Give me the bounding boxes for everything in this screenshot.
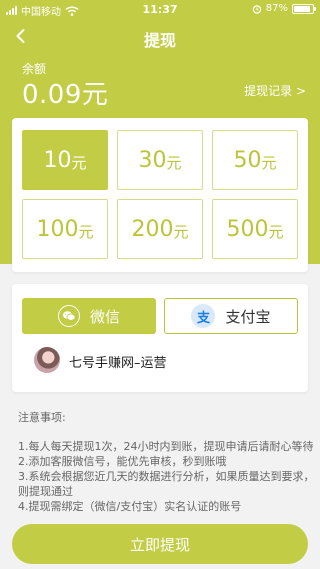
amount-unit: 元 <box>268 223 284 241</box>
amount-value: 500 <box>226 216 269 242</box>
alarm-icon <box>252 4 261 14</box>
note-item: 1.每人每天提现1次，24小时内到账，提现申请后请耐心等待 <box>18 440 314 453</box>
status-bar: 中国移动 11:37 87% <box>0 0 320 18</box>
amount-value: 10 <box>43 147 72 173</box>
wechat-label: 微信 <box>89 307 120 326</box>
alipay-method-button[interactable]: 支 支付宝 <box>164 298 298 334</box>
note-item: 4.提现需绑定（微信/支付宝）实名认证的账号 <box>18 500 242 513</box>
note-item: 3.系统会根据您近几天的数据进行分析，如果质量达到要求，则提现通过 <box>18 470 315 498</box>
amount-option-50[interactable]: 50 元 <box>212 130 298 190</box>
amount-option-30[interactable]: 30 元 <box>117 130 203 190</box>
wechat-method-button[interactable]: 微信 <box>22 298 156 334</box>
amount-value: 100 <box>36 216 79 242</box>
amount-unit: 元 <box>71 154 87 172</box>
amount-value: 200 <box>131 216 174 242</box>
battery-icon <box>292 3 316 14</box>
withdraw-records-link[interactable]: 提现记录 > <box>244 82 306 99</box>
notes-title: 注意事项: <box>18 411 66 424</box>
battery-level <box>294 5 310 12</box>
notes-section: 注意事项: 1.每人每天提现1次，24小时内到账，提现申请后请耐心等待 2.添加… <box>18 410 318 514</box>
payment-method-card: 微信 支 支付宝 七号手赚网–运营 <box>12 284 308 392</box>
amount-options-card: 10 元 30 元 50 元 100 元 200 元 500 元 <box>12 118 308 272</box>
amount-unit: 元 <box>78 223 94 241</box>
page-title: 提现 <box>143 31 176 50</box>
amount-option-10[interactable]: 10 元 <box>22 130 108 190</box>
note-item: 2.添加客服微信号，能优先审核，秒到账哦 <box>18 455 227 468</box>
amount-option-500[interactable]: 500 元 <box>212 199 298 259</box>
amount-value: 30 <box>138 147 167 173</box>
amount-option-100[interactable]: 100 元 <box>22 199 108 259</box>
amount-unit: 元 <box>173 223 189 241</box>
balance-value: 0.09元 <box>22 80 109 110</box>
avatar <box>34 347 60 373</box>
account-name: 七号手赚网–运营 <box>69 356 167 371</box>
battery-percent: 87% <box>265 3 288 14</box>
amount-option-200[interactable]: 200 元 <box>117 199 203 259</box>
alipay-icon: 支 <box>191 304 216 328</box>
amount-unit: 元 <box>166 154 182 172</box>
navigation-bar: 提现 <box>0 20 320 52</box>
amount-value: 50 <box>233 147 262 173</box>
withdraw-now-button[interactable]: 立即提现 <box>12 524 308 564</box>
wechat-icon <box>57 305 80 327</box>
alipay-label: 支付宝 <box>225 307 271 326</box>
amount-unit: 元 <box>261 154 277 172</box>
